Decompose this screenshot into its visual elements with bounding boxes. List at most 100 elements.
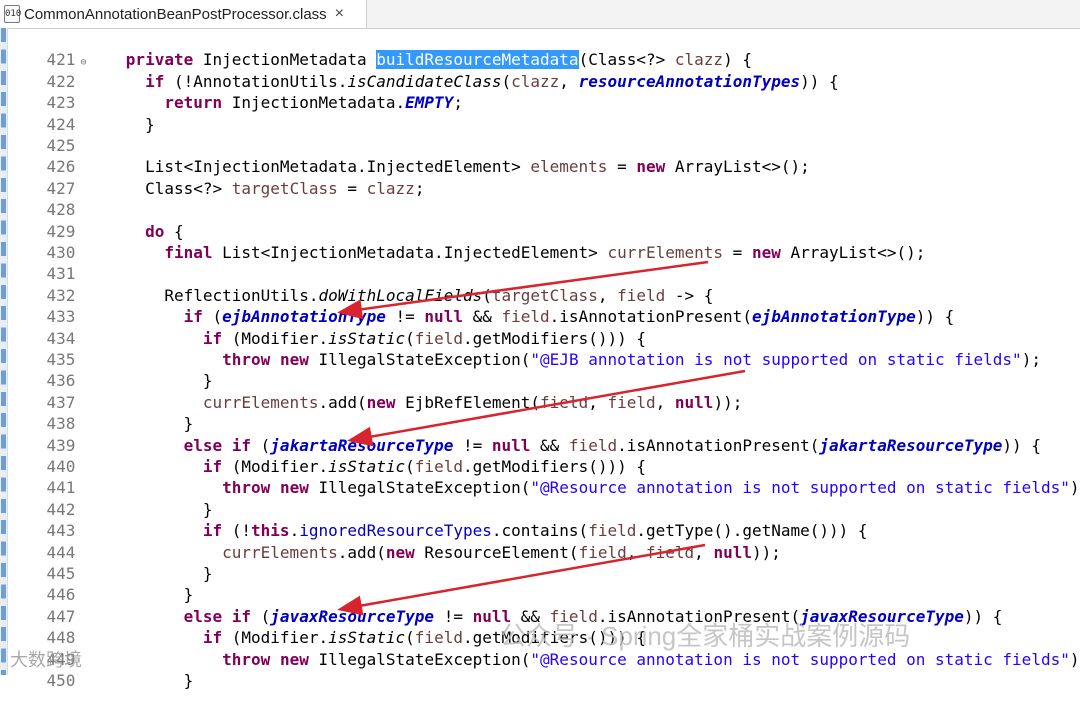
code-text: , (588, 392, 608, 412)
class-file-icon: 010 (4, 5, 21, 23)
code-line: 423 return InjectionMetadata.EMPTY; (8, 71, 463, 112)
code-line: 429 do { (8, 199, 184, 241)
static-field: EMPTY (405, 93, 454, 113)
code-text: ResourceElement( (414, 542, 579, 562)
code-line: 438 } (8, 392, 194, 433)
code-text: ); (1069, 649, 1080, 669)
code-text: , (694, 542, 714, 562)
keyword: throw (222, 478, 271, 498)
code-text: IllegalStateException( (308, 350, 531, 369)
keyword: throw (222, 350, 271, 369)
code-text: , (626, 542, 646, 562)
code-text: ; (414, 178, 425, 198)
code-line: 444 currElements.add(new ResourceElement… (8, 520, 781, 562)
code-text: , (559, 71, 579, 91)
variable: field (607, 392, 656, 412)
string-literal: "@Resource annotation is not supported o… (530, 478, 1070, 498)
editor-tab-bar: 010 CommonAnnotationBeanPostProcessor.cl… (0, 0, 1080, 29)
code-line: 446 } (8, 563, 194, 604)
code-text: Class<?> (145, 178, 232, 198)
code-line: 425 (8, 114, 81, 155)
code-text: = (723, 243, 752, 262)
code-line: 433 if (ejbAnnotationType != null && fie… (8, 285, 955, 326)
code-text: ArrayList<>(); (780, 243, 926, 262)
code-text: EjbRefElement( (395, 392, 541, 412)
variable: targetClass (231, 178, 338, 198)
code-editor[interactable]: 421 ⊖ private InjectionMetadata buildReso… (0, 28, 1080, 690)
keyword: final (164, 243, 213, 262)
field: resourceAnnotationTypes (578, 71, 801, 91)
code-text: } (145, 114, 155, 134)
keyword: new (279, 350, 309, 369)
field: ejbAnnotationType (751, 307, 916, 327)
keyword: new (279, 478, 309, 498)
code-line: 439 else if (jakartaResourceType != null… (8, 413, 1041, 455)
code-line: 422 if (!AnnotationUtils.isCandidateClas… (8, 49, 839, 91)
variable: currElements (222, 542, 338, 562)
variable: field (540, 392, 589, 412)
close-tab-icon[interactable]: × (335, 5, 344, 23)
code-text: )) { (963, 606, 1003, 626)
ruler-marks (1, 28, 6, 675)
code-text: , (655, 392, 675, 412)
code-text: .add( (337, 542, 386, 562)
code-text: )) { (915, 307, 955, 327)
variable: currElements (202, 392, 319, 412)
code-line: 447 else if (javaxResourceType != null &… (8, 584, 1003, 626)
code-line: 427 Class<?> targetClass = clazz; (8, 156, 425, 198)
tab-title: CommonAnnotationBeanPostProcessor.class (24, 5, 327, 23)
keyword: new (751, 243, 781, 262)
overview-ruler (0, 28, 8, 675)
variable: field (646, 542, 695, 562)
code-text: IllegalStateException( (308, 649, 531, 669)
code-text: ); (1069, 478, 1080, 498)
code-line: 435 throw new IllegalStateException("@EJ… (8, 328, 1041, 369)
code-line: 441 throw new IllegalStateException("@Re… (8, 456, 1080, 497)
line-number: 450 (46, 671, 76, 690)
code-text: ( (501, 71, 512, 91)
code-text: )) { (800, 71, 839, 91)
code-text: ArrayList<>(); (665, 157, 810, 177)
keyword: new (385, 542, 415, 562)
code-line: 432 ReflectionUtils.doWithLocalFields(ta… (8, 263, 714, 305)
keyword: throw (222, 649, 271, 669)
keyword: new (279, 649, 309, 669)
code-line: 428 (8, 178, 81, 219)
keyword: null (713, 542, 752, 562)
watermark-small: 大数跨境 (10, 650, 82, 670)
code-line: 442 } (8, 477, 213, 519)
parameter: clazz (366, 178, 415, 198)
parameter: clazz (511, 71, 560, 91)
code-text: ; (453, 93, 463, 113)
code-text: = (337, 178, 367, 198)
code-text: ); (1021, 350, 1041, 369)
code-text: IllegalStateException( (308, 478, 531, 498)
code-text: .add( (318, 392, 367, 412)
watermark: 公众号 · Spring全家桶实战案例源码 (500, 621, 911, 651)
keyword: new (366, 392, 396, 412)
variable: currElements (607, 243, 724, 262)
code-text: List<InjectionMetadata.InjectedElement> (212, 243, 608, 262)
code-text: } (202, 564, 213, 583)
code-text: )); (751, 542, 781, 562)
code-line: 421 ⊖ private InjectionMetadata buildReso… (8, 28, 752, 70)
keyword: new (636, 157, 666, 177)
variable: field (578, 542, 627, 562)
code-line: 434 if (Modifier.isStatic(field.getModif… (8, 306, 646, 348)
code-line: 430 final List<InjectionMetadata.Injecte… (8, 221, 926, 262)
keyword: return (164, 93, 223, 113)
variable: elements (530, 157, 608, 177)
code-line: 443 if (!this.ignoredResourceTypes.conta… (8, 499, 868, 540)
code-text: InjectionMetadata. (222, 93, 406, 113)
code-text: .isAnnotationPresent( (617, 435, 820, 455)
editor-tab[interactable]: 010 CommonAnnotationBeanPostProcessor.cl… (0, 0, 367, 28)
code-text: )) { (1002, 435, 1041, 455)
code-line: 445 } (8, 542, 213, 583)
code-text: )); (713, 392, 743, 412)
code-text: } (183, 671, 194, 690)
code-line: 426 List<InjectionMetadata.InjectedEleme… (8, 135, 810, 176)
code-line: 440 if (Modifier.isStatic(field.getModif… (8, 435, 646, 476)
